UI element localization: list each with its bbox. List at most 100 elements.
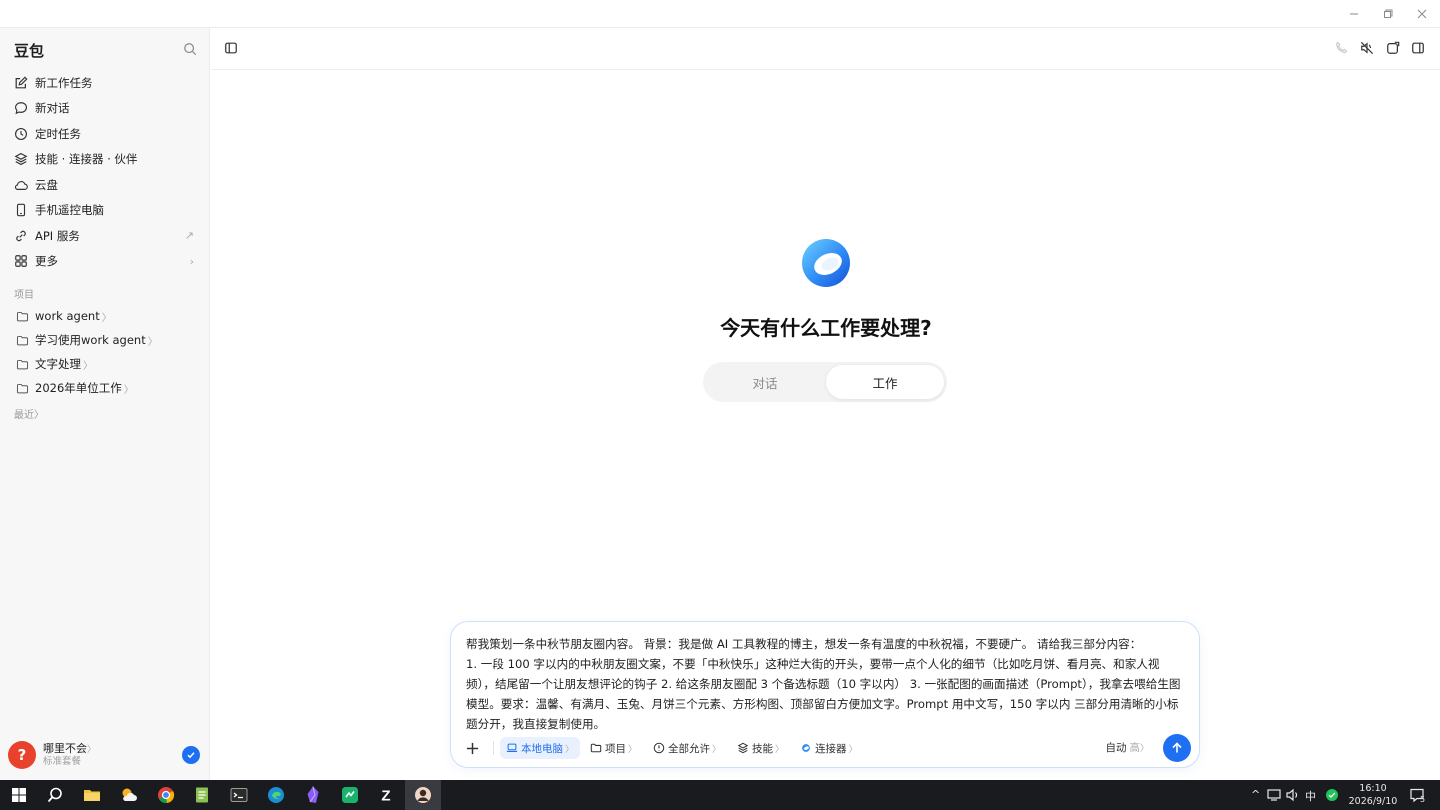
terminal-icon[interactable]	[229, 785, 249, 805]
mode-toggle: 对话 工作	[703, 362, 947, 402]
model-mode-selector[interactable]: 自动 高〉	[1105, 740, 1149, 755]
new-window-button[interactable]	[1386, 41, 1400, 55]
project-item[interactable]: 学习使用work agent 〉	[0, 328, 210, 352]
search-icon	[184, 43, 197, 56]
arrow-up-icon	[1172, 742, 1182, 753]
chevron-right-icon: 〉	[775, 744, 785, 755]
network-icon[interactable]	[1266, 787, 1282, 803]
prompt-input[interactable]: 帮我策划一条中秋节朋友圈内容。 背景：我是做 AI 工具教程的博主，想发一条有温…	[466, 634, 1188, 734]
obsidian-icon[interactable]	[303, 785, 323, 805]
sidebar-item-label: 更多	[35, 254, 58, 269]
cloud-icon	[14, 180, 28, 190]
brand-name: 豆包	[14, 42, 45, 60]
user-profile[interactable]: ? 哪里不会〉 标准套餐	[8, 738, 202, 772]
windows-start-icon[interactable]	[9, 785, 29, 805]
sidebar-nav: 新工作任务 新对话 定时任务 技能 · 连接器 · 伙伴 云盘 手机遥控电脑 A…	[0, 70, 210, 274]
project-chip[interactable]: 项目〉	[584, 737, 643, 759]
sidebar-item-phone-remote[interactable]: 手机遥控电脑	[0, 198, 210, 224]
mode-label: 自动	[1105, 742, 1127, 754]
folder-icon	[16, 335, 29, 345]
chevron-right-icon: 〉	[87, 745, 97, 756]
local-computer-chip[interactable]: 本地电脑〉	[500, 737, 581, 759]
sidebar-item-scheduled-tasks[interactable]: 定时任务	[0, 121, 210, 147]
toolbar-divider	[493, 741, 494, 755]
tab-chat[interactable]: 对话	[706, 365, 824, 399]
sidebar-item-cloud-drive[interactable]: 云盘	[0, 172, 210, 198]
notification-count: 5	[1420, 795, 1426, 804]
svg-text:Z: Z	[381, 788, 390, 805]
file-explorer-icon[interactable]	[82, 785, 102, 805]
minimize-button[interactable]	[1337, 0, 1371, 28]
edit-icon	[15, 76, 28, 89]
tab-work[interactable]: 工作	[826, 365, 944, 399]
permission-chip[interactable]: 全部允许〉	[647, 737, 727, 759]
sidebar-item-label: 新工作任务	[35, 75, 93, 90]
phone-icon	[16, 203, 26, 217]
sidebar-toggle-icon	[225, 42, 237, 54]
clock-time[interactable]: 16:10	[1352, 783, 1394, 794]
doubao-app-icon[interactable]	[413, 785, 433, 805]
notepad-icon[interactable]	[192, 785, 212, 805]
send-button[interactable]	[1163, 734, 1191, 762]
chip-label: 技能	[752, 742, 774, 755]
attach-button[interactable]	[461, 737, 483, 759]
laptop-icon	[506, 743, 518, 752]
sidebar-item-skills[interactable]: 技能 · 连接器 · 伙伴	[0, 147, 210, 173]
sidebar: 豆包 新工作任务 新对话 定时任务 技能 · 连接器 · 伙伴 云盘 手机遥控电…	[0, 28, 210, 780]
chevron-right-icon: 〉	[712, 744, 722, 755]
skills-chip[interactable]: 技能〉	[731, 737, 790, 759]
avatar: ?	[8, 741, 36, 769]
connector-chip[interactable]: 连接器〉	[794, 737, 864, 759]
chevron-right-icon: 〉	[123, 384, 134, 396]
weather-app-icon[interactable]	[119, 785, 139, 805]
sidebar-item-label: API 服务	[35, 228, 80, 243]
call-button[interactable]	[1335, 41, 1348, 54]
wechat-tray-icon[interactable]	[1325, 788, 1339, 802]
user-name: 哪里不会〉	[43, 742, 97, 756]
verified-badge	[182, 746, 200, 764]
toggle-sidebar-button[interactable]	[224, 41, 238, 55]
close-icon	[1417, 9, 1427, 19]
green-app-icon[interactable]	[340, 785, 360, 805]
tray-overflow-icon[interactable]: ^	[1251, 788, 1260, 801]
input-method-indicator[interactable]: 中	[1305, 788, 1316, 804]
project-item[interactable]: 文字处理〉	[0, 352, 210, 376]
folder-icon	[590, 743, 602, 753]
new-window-icon	[1387, 41, 1400, 54]
chip-label: 连接器	[815, 742, 847, 755]
sidebar-search-button[interactable]	[183, 42, 197, 56]
sidebar-item-label: 技能 · 连接器 · 伙伴	[35, 152, 138, 167]
search-icon[interactable]	[45, 785, 65, 805]
chrome-icon[interactable]	[156, 785, 176, 805]
sidebar-item-label: 手机遥控电脑	[35, 203, 104, 218]
chip-label: 全部允许	[668, 742, 711, 755]
toggle-panel-button[interactable]	[1411, 41, 1425, 55]
clock-date[interactable]: 2026/9/10	[1346, 796, 1400, 807]
chevron-right-icon: 〉	[1139, 744, 1149, 754]
chevron-right-icon: ›	[189, 254, 194, 268]
sidebar-item-new-chat[interactable]: 新对话	[0, 96, 210, 122]
mute-button[interactable]	[1360, 41, 1374, 55]
doubao-logo-icon	[802, 239, 850, 287]
project-label: 学习使用work agent	[35, 333, 146, 347]
recent-section-toggle[interactable]: 最近〉	[14, 406, 44, 421]
composer: 帮我策划一条中秋节朋友圈内容。 背景：我是做 AI 工具教程的博主，想发一条有温…	[450, 621, 1200, 768]
chevron-right-icon: 〉	[83, 360, 93, 372]
zotero-icon[interactable]: Z	[376, 785, 396, 805]
project-item[interactable]: work agent 〉	[0, 304, 210, 328]
plus-icon	[466, 742, 478, 754]
restore-button[interactable]	[1371, 0, 1405, 28]
edge-icon[interactable]	[266, 785, 286, 805]
volume-icon[interactable]	[1285, 787, 1301, 803]
sidebar-item-more[interactable]: 更多 ›	[0, 249, 210, 275]
sidebar-item-new-work-task[interactable]: 新工作任务	[0, 70, 210, 96]
chevron-right-icon: 〉	[101, 312, 112, 324]
close-button[interactable]	[1405, 0, 1439, 28]
project-item[interactable]: 2026年单位工作〉	[0, 376, 210, 400]
folder-icon	[16, 359, 29, 369]
link-icon	[16, 230, 26, 241]
sidebar-item-api-service[interactable]: API 服务 ↗	[0, 223, 210, 249]
chat-bubble-icon	[15, 102, 27, 115]
sidebar-item-label: 定时任务	[35, 126, 81, 141]
folder-icon	[16, 311, 29, 321]
